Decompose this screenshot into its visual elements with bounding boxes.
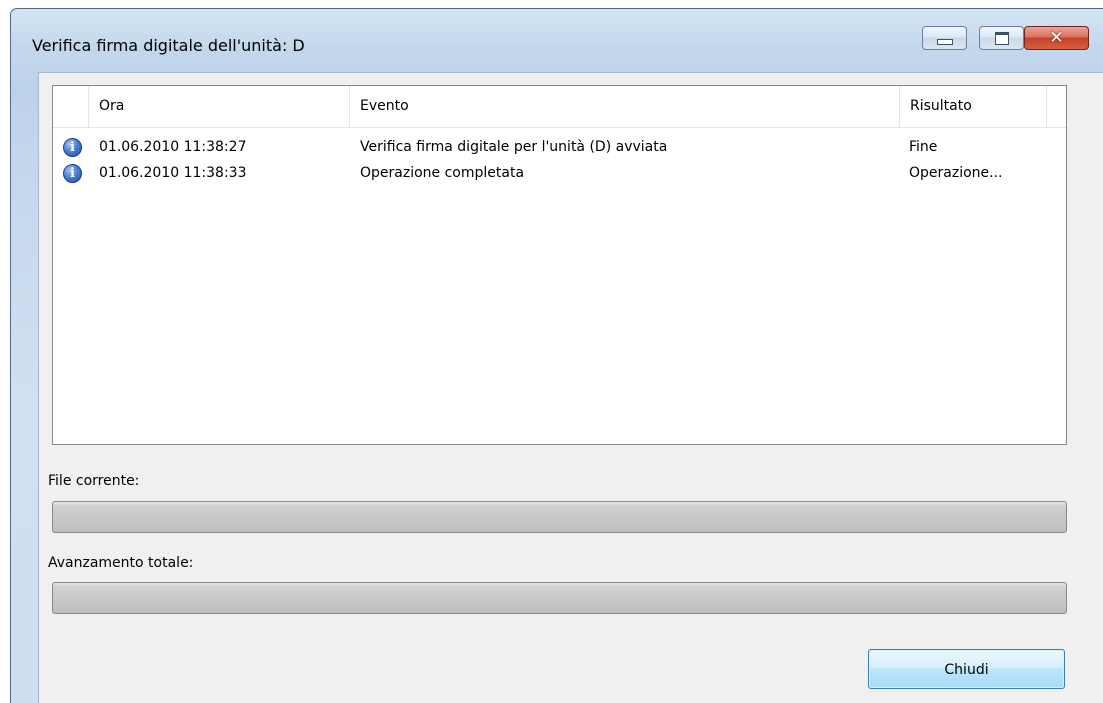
title-bar[interactable]: Verifica firma digitale dell'unità: D ✕ [11,9,1103,72]
total-progress-label: Avanzamento totale: [48,555,194,571]
minimize-button[interactable] [922,26,967,50]
column-header-evento[interactable]: Evento [350,86,900,127]
row-result: Operazione... [909,165,1003,181]
total-progress-bar [52,582,1067,614]
maximize-icon [994,31,1009,45]
current-file-progress-bar [52,501,1067,533]
row-event: Verifica firma digitale per l'unità (D) … [360,139,668,155]
row-result: Fine [909,139,938,155]
row-time: 01.06.2010 11:38:27 [99,139,247,155]
maximize-button[interactable] [979,26,1024,50]
event-log-list[interactable]: Ora Evento Risultato i 01.06.2010 11:38:… [52,85,1067,445]
close-icon: ✕ [1049,27,1064,48]
row-icon-cell: i [63,134,83,160]
column-header-filler [1047,86,1066,127]
window-title: Verifica firma digitale dell'unità: D [32,36,305,55]
column-header-ora[interactable]: Ora [89,86,350,127]
row-event: Operazione completata [360,165,525,181]
info-icon: i [63,164,82,183]
dialog-window: Verifica firma digitale dell'unità: D ✕ … [10,8,1103,703]
column-header-icon[interactable] [53,86,89,127]
row-icon-cell: i [63,160,83,186]
close-window-button[interactable]: ✕ [1024,26,1089,50]
list-header: Ora Evento Risultato [53,86,1066,128]
column-header-risultato[interactable]: Risultato [900,86,1047,127]
table-row[interactable]: i 01.06.2010 11:38:33 Operazione complet… [53,160,1066,186]
row-time: 01.06.2010 11:38:33 [99,165,247,181]
info-icon: i [63,138,82,157]
dialog-client-area: Ora Evento Risultato i 01.06.2010 11:38:… [38,72,1103,703]
current-file-label: File corrente: [48,473,140,489]
close-button[interactable]: Chiudi [868,649,1065,689]
table-row[interactable]: i 01.06.2010 11:38:27 Verifica firma dig… [53,134,1066,160]
minimize-icon [936,39,953,45]
